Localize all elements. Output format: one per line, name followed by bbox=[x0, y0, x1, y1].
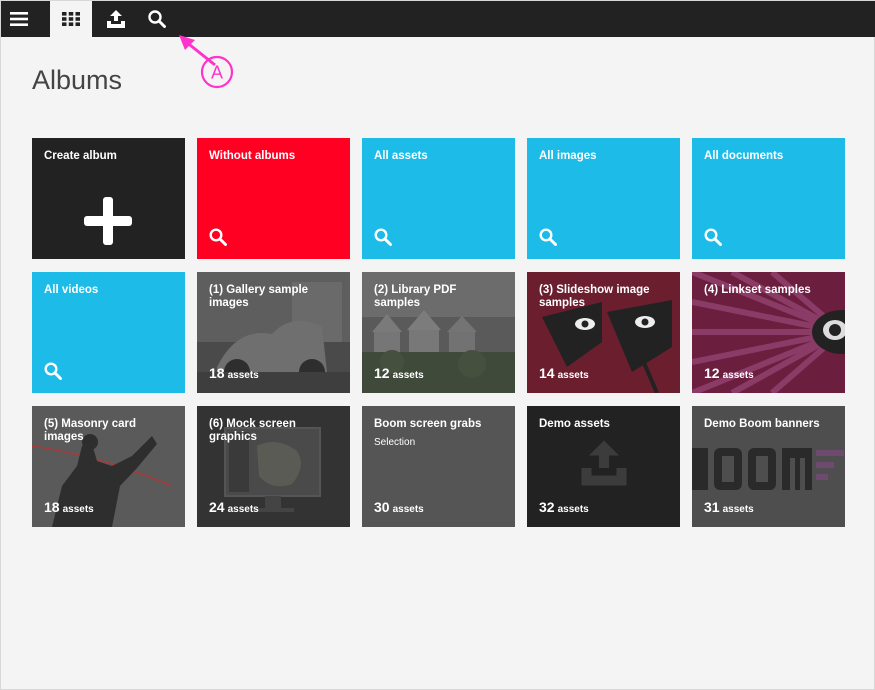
annotation-label: A bbox=[211, 63, 223, 83]
search-icon bbox=[147, 10, 166, 28]
tile-title: (4) Linkset samples bbox=[704, 284, 811, 296]
tile-subtitle: Selection bbox=[374, 437, 416, 448]
tile-title: (6) Mock screen graphics bbox=[209, 418, 296, 443]
tile-title: (1) Gallery sample images bbox=[209, 284, 309, 309]
search-icon bbox=[704, 228, 722, 246]
tile-title: All assets bbox=[374, 150, 428, 162]
upload-button[interactable] bbox=[93, 1, 138, 37]
annotation-arrow-icon: A bbox=[179, 35, 234, 89]
upload-icon bbox=[581, 440, 627, 486]
asset-count: 32 assets bbox=[539, 499, 589, 515]
asset-count: 30 assets bbox=[374, 499, 424, 515]
search-icon bbox=[209, 228, 227, 246]
search-icon bbox=[374, 228, 392, 246]
tile-gallery-sample-images[interactable]: (1) Gallery sample images 18 assets bbox=[197, 272, 350, 393]
asset-count: 18 assets bbox=[209, 365, 259, 381]
tile-all-documents[interactable]: All documents bbox=[692, 138, 845, 259]
tile-mock-screen-graphics[interactable]: (6) Mock screen graphics 24 assets bbox=[197, 406, 350, 527]
plus-icon bbox=[84, 197, 132, 245]
tile-title: Without albums bbox=[209, 150, 296, 162]
tile-masonry-card-images[interactable]: (5) Masonry card images 18 assets bbox=[32, 406, 185, 527]
tile-title: Create album bbox=[44, 150, 117, 162]
tile-all-images[interactable]: All images bbox=[527, 138, 680, 259]
tile-create-album[interactable]: Create album bbox=[32, 138, 185, 259]
hamburger-icon bbox=[10, 12, 28, 26]
tile-demo-boom-banners[interactable]: Demo Boom banners 31 assets bbox=[692, 406, 845, 527]
tile-demo-assets[interactable]: Demo assets 32 assets bbox=[527, 406, 680, 527]
tile-without-albums[interactable]: Without albums bbox=[197, 138, 350, 259]
asset-count: 31 assets bbox=[704, 499, 754, 515]
tile-all-assets[interactable]: All assets bbox=[362, 138, 515, 259]
search-button[interactable] bbox=[134, 1, 179, 37]
search-icon bbox=[44, 362, 62, 380]
tile-title: All videos bbox=[44, 284, 99, 296]
tile-all-videos[interactable]: All videos bbox=[32, 272, 185, 393]
asset-count: 12 assets bbox=[374, 365, 424, 381]
tile-title: (2) Library PDF samples bbox=[374, 284, 457, 309]
page-title: Albums bbox=[32, 65, 123, 95]
tile-slideshow-image-samples[interactable]: (3) Slideshow image samples 14 assets bbox=[527, 272, 680, 393]
tile-title: (3) Slideshow image samples bbox=[539, 284, 650, 309]
albums-grid-button[interactable] bbox=[50, 1, 92, 37]
tile-library-pdf-samples[interactable]: (2) Library PDF samples 12 assets bbox=[362, 272, 515, 393]
tile-title: Demo Boom banners bbox=[704, 418, 820, 430]
upload-icon bbox=[106, 10, 125, 28]
grid-icon bbox=[62, 12, 80, 26]
tile-title: Boom screen grabs bbox=[374, 418, 482, 430]
tile-title: All documents bbox=[704, 150, 784, 162]
tile-title: (5) Masonry card images bbox=[44, 418, 137, 443]
asset-count: 12 assets bbox=[704, 365, 754, 381]
menu-button[interactable] bbox=[1, 1, 37, 37]
tile-title: All images bbox=[539, 150, 597, 162]
asset-count: 24 assets bbox=[209, 499, 259, 515]
search-icon bbox=[539, 228, 557, 246]
tile-linkset-samples[interactable]: (4) Linkset samples 12 assets bbox=[692, 272, 845, 393]
top-toolbar bbox=[1, 1, 875, 37]
tile-title: Demo assets bbox=[539, 418, 610, 430]
albums-page: A Albums Create album Without albums All… bbox=[0, 0, 875, 690]
tile-boom-screen-grabs[interactable]: Boom screen grabs Selection 30 assets bbox=[362, 406, 515, 527]
asset-count: 14 assets bbox=[539, 365, 589, 381]
asset-count: 18 assets bbox=[44, 499, 94, 515]
